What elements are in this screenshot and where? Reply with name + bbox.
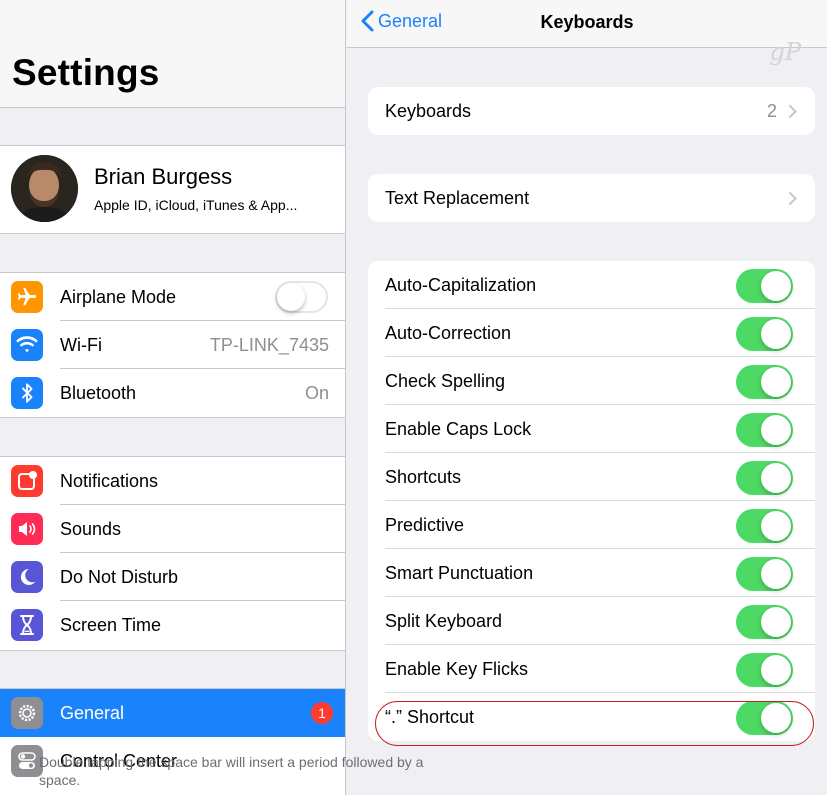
sidebar-header: Settings <box>0 0 345 108</box>
switch-knob <box>761 559 791 589</box>
wifi-network-value: TP-LINK_7435 <box>209 335 329 355</box>
switch-knob <box>761 367 791 397</box>
check-spelling-switch[interactable] <box>736 365 793 399</box>
sidebar-item-bluetooth[interactable]: Bluetooth On <box>0 369 345 417</box>
notifications-icon <box>11 465 43 497</box>
chevron-right-icon <box>788 104 797 119</box>
row-label: Check Spelling <box>385 371 506 391</box>
text-replacement-card: Text Replacement <box>368 174 815 222</box>
toggle-row-check-spelling: Check Spelling <box>368 357 815 405</box>
row-label: Shortcuts <box>385 467 462 487</box>
period-shortcut-switch[interactable] <box>736 701 793 735</box>
profile-subtitle: Apple ID, iCloud, iTunes & App... <box>94 197 298 213</box>
toggle-row-enable-key-flicks: Enable Key Flicks <box>368 645 815 693</box>
nav-title: Keyboards <box>540 12 634 32</box>
auto-correction-switch[interactable] <box>736 317 793 351</box>
settings-sidebar: Settings Brian Burgess Apple ID, iCloud,… <box>0 0 346 795</box>
switch-knob <box>761 607 791 637</box>
sidebar-item-label: Wi-Fi <box>60 335 102 355</box>
page-title: Settings <box>12 52 160 93</box>
toggle-row-enable-caps-lock: Enable Caps Lock <box>368 405 815 453</box>
toggle-row-split-keyboard: Split Keyboard <box>368 597 815 645</box>
predictive-switch[interactable] <box>736 509 793 543</box>
shortcuts-switch[interactable] <box>736 461 793 495</box>
enable-caps-lock-switch[interactable] <box>736 413 793 447</box>
switch-knob <box>761 655 791 685</box>
alerts-group: Notifications Sounds Do Not Disturb Scre… <box>0 456 345 651</box>
auto-capitalization-switch[interactable] <box>736 269 793 303</box>
keyboards-row[interactable]: Keyboards 2 <box>368 87 815 135</box>
sounds-icon <box>11 513 43 545</box>
smart-punctuation-switch[interactable] <box>736 557 793 591</box>
row-label: Text Replacement <box>385 188 530 208</box>
toggle-row-period-shortcut: “.” Shortcut <box>368 693 815 741</box>
toggle-row-shortcuts: Shortcuts <box>368 453 815 501</box>
row-label: “.” Shortcut <box>385 707 475 727</box>
sidebar-item-label: Bluetooth <box>60 383 137 403</box>
sidebar-item-label: General <box>60 703 125 723</box>
chevron-right-icon <box>788 191 797 206</box>
sidebar-item-notifications[interactable]: Notifications <box>0 457 345 505</box>
sidebar-item-do-not-disturb[interactable]: Do Not Disturb <box>0 553 345 601</box>
profile-name: Brian Burgess <box>94 164 233 189</box>
row-label: Smart Punctuation <box>385 563 534 583</box>
bluetooth-icon <box>11 377 43 409</box>
toggle-knob <box>277 283 305 311</box>
sidebar-item-label: Do Not Disturb <box>60 567 179 587</box>
sidebar-item-sounds[interactable]: Sounds <box>0 505 345 553</box>
keyboards-card: Keyboards 2 <box>368 87 815 135</box>
keyboards-count: 2 <box>766 101 777 121</box>
switch-knob <box>761 703 791 733</box>
toggle-row-smart-punctuation: Smart Punctuation <box>368 549 815 597</box>
sidebar-item-label: Screen Time <box>60 615 162 635</box>
switch-knob <box>761 415 791 445</box>
row-label: Enable Key Flicks <box>385 659 529 679</box>
switch-knob <box>761 319 791 349</box>
navigation-bar: General Keyboards <box>347 0 827 48</box>
sidebar-item-wifi[interactable]: Wi-Fi TP-LINK_7435 <box>0 321 345 369</box>
sidebar-item-label: Notifications <box>60 471 159 491</box>
toggle-row-auto-correction: Auto-Correction <box>368 309 815 357</box>
keyboards-detail: General Keyboards gP Keyboards 2 Text Re… <box>347 0 827 795</box>
sidebar-item-general[interactable]: General 1 <box>0 689 345 737</box>
avatar <box>11 155 78 222</box>
sidebar-item-label: Airplane Mode <box>60 287 177 307</box>
gear-icon <box>11 697 43 729</box>
sidebar-item-airplane-mode[interactable]: Airplane Mode <box>0 273 345 321</box>
toggle-row-auto-capitalization: Auto-Capitalization <box>368 261 815 309</box>
row-label: Keyboards <box>385 101 472 121</box>
airplane-mode-toggle[interactable] <box>275 281 328 313</box>
wifi-icon <box>11 329 43 361</box>
moon-icon <box>11 561 43 593</box>
sidebar-item-label: Sounds <box>60 519 122 539</box>
period-shortcut-footnote: Double tapping the space bar will insert… <box>39 754 424 788</box>
switch-knob <box>761 463 791 493</box>
update-badge: 1 <box>311 702 333 724</box>
sidebar-item-screen-time[interactable]: Screen Time <box>0 601 345 649</box>
split-keyboard-switch[interactable] <box>736 605 793 639</box>
row-label: Split Keyboard <box>385 611 503 631</box>
row-label: Enable Caps Lock <box>385 419 532 439</box>
row-label: Auto-Correction <box>385 323 512 343</box>
toggle-row-predictive: Predictive <box>368 501 815 549</box>
connectivity-group: Airplane Mode Wi-Fi TP-LINK_7435 Bluetoo… <box>0 272 345 418</box>
switch-knob <box>761 511 791 541</box>
profile-row[interactable]: Brian Burgess Apple ID, iCloud, iTunes &… <box>0 145 345 234</box>
keyboard-toggles-card: Auto-Capitalization Auto-Correction Chec… <box>368 261 815 741</box>
enable-key-flicks-switch[interactable] <box>736 653 793 687</box>
watermark-logo: gP <box>769 38 801 66</box>
switch-knob <box>761 271 791 301</box>
row-label: Auto-Capitalization <box>385 275 537 295</box>
airplane-icon <box>11 281 43 313</box>
text-replacement-row[interactable]: Text Replacement <box>368 174 815 222</box>
row-label: Predictive <box>385 515 465 535</box>
hourglass-icon <box>11 609 43 641</box>
bluetooth-status-value: On <box>304 383 329 403</box>
